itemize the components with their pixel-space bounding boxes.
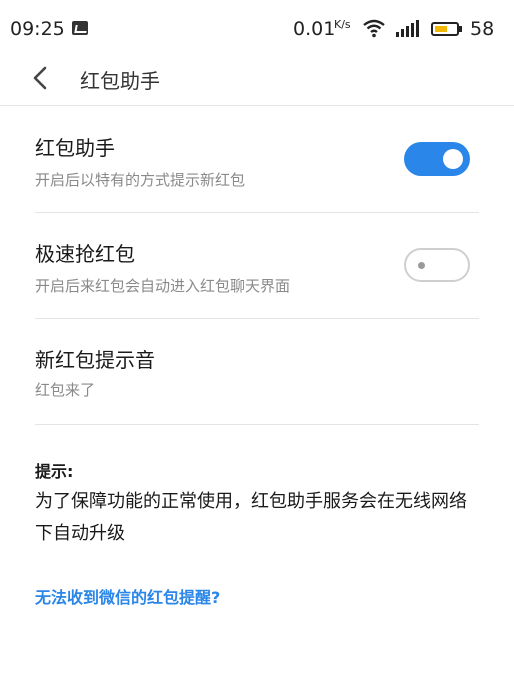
toggle-knob bbox=[443, 149, 463, 169]
message-notification-icon bbox=[72, 21, 88, 35]
title-bar: 红包助手 bbox=[0, 56, 514, 106]
setting-title: 新红包提示音 bbox=[35, 348, 155, 372]
tip-label: 提示: bbox=[35, 462, 74, 481]
divider bbox=[35, 424, 479, 425]
back-button[interactable] bbox=[28, 60, 56, 96]
network-speed: 0.01 bbox=[293, 18, 336, 40]
setting-row-redpacket-assistant[interactable]: 红包助手 开启后以特有的方式提示新红包 bbox=[0, 106, 514, 212]
chevron-left-icon bbox=[33, 66, 47, 90]
help-link[interactable]: 无法收到微信的红包提醒? bbox=[35, 584, 220, 608]
battery-level-fill bbox=[435, 26, 447, 32]
status-bar: 09:25 0.01 K/s 58 bbox=[0, 0, 514, 56]
setting-title: 红包助手 bbox=[35, 136, 115, 160]
setting-title: 极速抢红包 bbox=[35, 242, 135, 266]
setting-row-fast-grab[interactable]: 极速抢红包 开启后来红包会自动进入红包聊天界面 bbox=[0, 213, 514, 318]
setting-subtitle: 开启后以特有的方式提示新红包 bbox=[35, 171, 246, 189]
tip-text: 为了保障功能的正常使用，红包助手服务会在无线网络下自动升级 bbox=[35, 491, 467, 544]
battery-percent: 58 bbox=[470, 18, 495, 40]
setting-row-new-redpacket-sound[interactable]: 新红包提示音 红包来了 bbox=[0, 319, 514, 424]
redpacket-assistant-toggle[interactable] bbox=[404, 142, 470, 176]
network-speed-unit: K/s bbox=[334, 18, 351, 31]
wifi-icon bbox=[362, 18, 386, 42]
setting-subtitle: 红包来了 bbox=[35, 381, 96, 399]
cell-signal-icon bbox=[396, 20, 422, 42]
page-title: 红包助手 bbox=[80, 69, 160, 93]
status-time: 09:25 bbox=[10, 18, 65, 40]
battery-tip bbox=[459, 26, 462, 32]
toggle-knob bbox=[418, 262, 425, 269]
fast-grab-toggle[interactable] bbox=[404, 248, 470, 282]
setting-subtitle: 开启后来红包会自动进入红包聊天界面 bbox=[35, 277, 291, 295]
battery-icon bbox=[431, 22, 459, 36]
